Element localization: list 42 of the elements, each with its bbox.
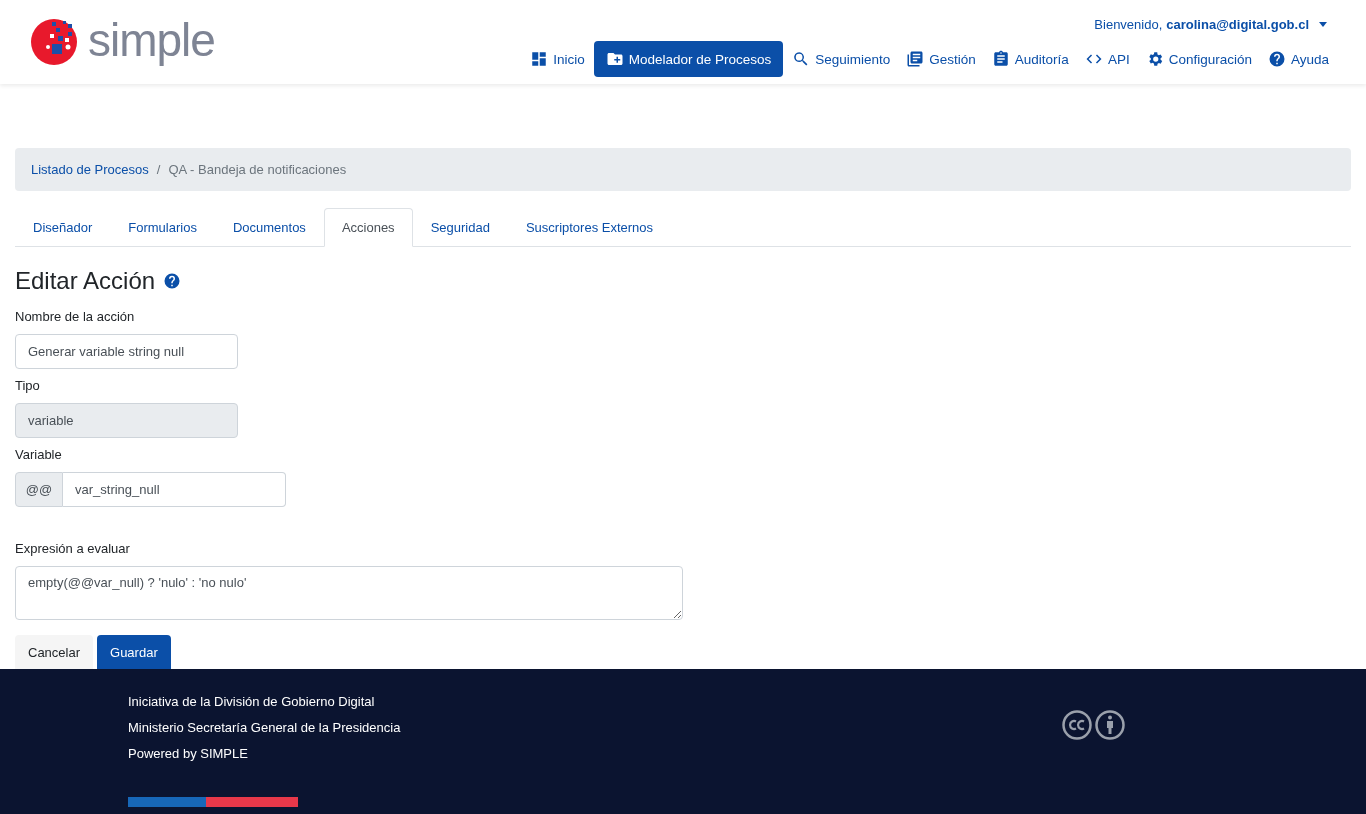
input-field[interactable]: Generar variable string null: [15, 334, 238, 370]
save-button[interactable]: Guardar: [97, 635, 171, 670]
input-prefix: @@: [15, 472, 63, 508]
page-title: Editar Acción: [15, 267, 156, 296]
tab[interactable]: Acciones: [323, 208, 413, 248]
breadcrumb-current: QA - Bandeja de notificaciones: [168, 162, 347, 178]
clipboard-icon: [991, 50, 1010, 68]
tab[interactable]: Diseñador: [15, 208, 111, 248]
nav-link[interactable]: Auditoría: [984, 41, 1076, 77]
tab[interactable]: Suscriptores Externos: [507, 208, 672, 248]
caret-icon: [1319, 22, 1327, 27]
document-list-icon: [906, 50, 925, 68]
nav-link[interactable]: Modelador de Procesos: [593, 41, 784, 77]
field-label: Variable: [15, 447, 63, 463]
textarea-field[interactable]: empty(@@var_null) ? 'nulo' : 'no nulo': [15, 566, 683, 621]
nav-link[interactable]: API: [1077, 41, 1137, 77]
cancel-button[interactable]: Cancelar: [15, 635, 94, 670]
field-label: Nombre de la acción: [15, 309, 136, 325]
help-icon[interactable]: [163, 272, 182, 291]
input-field[interactable]: var_string_null: [63, 472, 286, 508]
field-label: Tipo: [15, 378, 41, 394]
nav-link[interactable]: Inicio: [523, 41, 592, 77]
breadcrumb-link[interactable]: Listado de Procesos: [31, 162, 149, 178]
help-icon: [1267, 50, 1286, 68]
folder-plus-icon: [605, 50, 624, 68]
license-icon: [1062, 709, 1126, 742]
nav-link[interactable]: Seguimiento: [785, 41, 898, 77]
user-menu[interactable]: Bienvenido, carolina@digital.gob.cl: [1094, 17, 1327, 32]
footer-text: Ministerio Secretaría General de la Presidencia: [128, 719, 401, 738]
footer-text: Iniciativa de la División de Gobierno Digital: [128, 693, 376, 712]
footer-text: Powered by SIMPLE: [128, 745, 249, 764]
nav-link[interactable]: Gestión: [899, 41, 983, 77]
tab[interactable]: Formularios: [110, 208, 215, 248]
input-field[interactable]: variable: [15, 403, 238, 439]
tab[interactable]: Documentos: [214, 208, 324, 248]
logo-text: simple: [88, 13, 215, 67]
nav-link[interactable]: Ayuda: [1260, 41, 1336, 77]
dashboard-icon: [530, 50, 549, 68]
breadcrumb-separator: /: [156, 162, 161, 178]
nav-link[interactable]: Configuración: [1138, 41, 1259, 77]
tab[interactable]: Seguridad: [412, 208, 508, 248]
field-label: Expresión a evaluar: [15, 541, 131, 557]
